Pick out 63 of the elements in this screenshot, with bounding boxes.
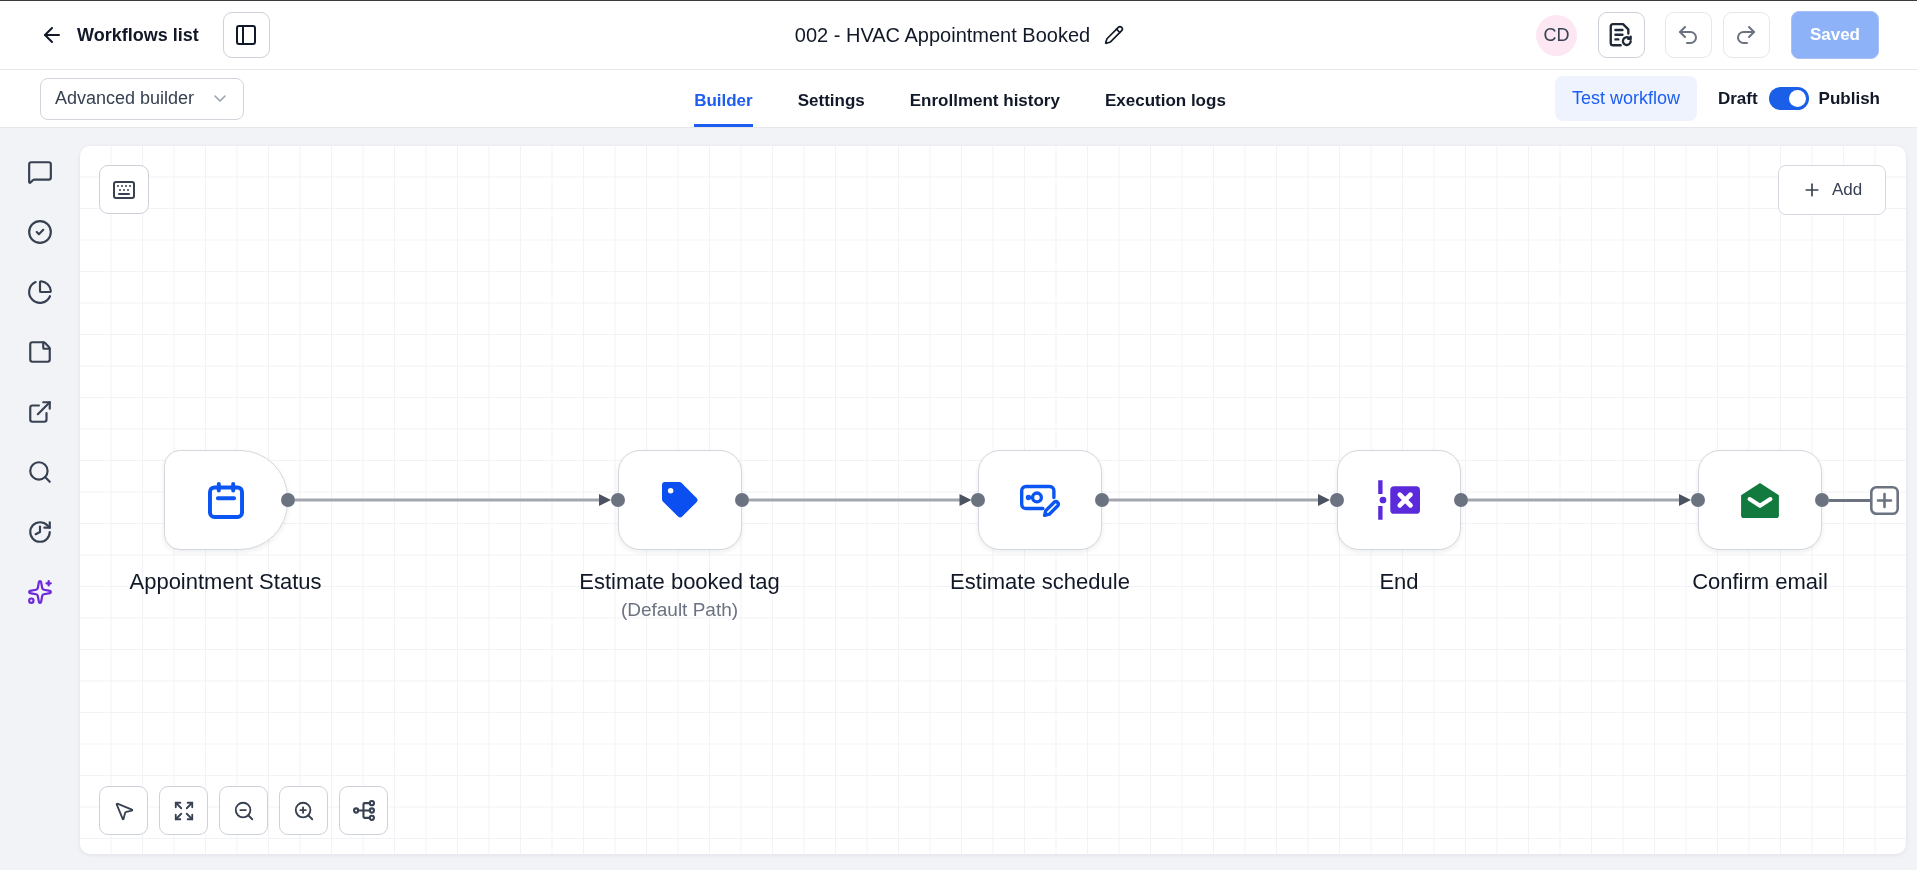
tag-icon <box>661 482 698 518</box>
workflow-node[interactable] <box>617 450 742 550</box>
zoom-out-button[interactable] <box>219 786 268 835</box>
workflow-node[interactable] <box>163 450 288 550</box>
redo-button[interactable] <box>1722 12 1770 58</box>
node-label: Estimate schedule <box>950 569 1130 595</box>
sparkles-icon[interactable] <box>27 579 53 605</box>
add-button[interactable]: Add <box>1778 165 1886 215</box>
document-button[interactable] <box>1597 12 1645 58</box>
user-avatar[interactable]: CD <box>1535 14 1577 56</box>
node-label: Appointment Status <box>129 569 322 595</box>
document-refresh-icon <box>1609 23 1634 47</box>
plus-square-icon[interactable] <box>1870 485 1899 515</box>
node-label: Estimate booked tag <box>579 569 780 595</box>
note-icon[interactable] <box>27 339 53 365</box>
port-dot-icon[interactable] <box>1454 493 1468 507</box>
port-dot-icon[interactable] <box>1330 493 1344 507</box>
builder-select[interactable]: Advanced builder <box>40 77 244 120</box>
publish-label: Publish <box>1818 88 1880 109</box>
port-dot-icon[interactable] <box>1095 493 1109 507</box>
banknote-pencil-icon <box>1020 483 1060 517</box>
port-dot-icon[interactable] <box>971 493 985 507</box>
zoom-in-icon <box>292 799 315 822</box>
port-dot-icon[interactable] <box>610 493 625 507</box>
branch-nodes-icon <box>352 800 375 821</box>
clock-arrow-icon[interactable] <box>27 519 53 545</box>
workflow-title: 002 - HVAC Appointment Booked <box>794 23 1091 47</box>
pie-chart-icon[interactable] <box>27 279 53 305</box>
pencil-icon[interactable] <box>1104 25 1125 45</box>
expand-icon <box>172 799 195 822</box>
zoom-out-icon <box>232 799 255 822</box>
tab[interactable]: Settings <box>797 70 865 127</box>
select-tool-button[interactable] <box>99 786 148 835</box>
zoom-in-button[interactable] <box>279 786 328 835</box>
workflow-node[interactable] <box>1698 450 1822 550</box>
envelope-icon <box>1741 482 1779 518</box>
sidebar-toggle-button[interactable] <box>222 12 270 58</box>
search-icon[interactable] <box>27 459 53 485</box>
calendar-icon <box>207 481 244 519</box>
check-circle-icon[interactable] <box>27 219 53 245</box>
end-flow-icon <box>1378 480 1420 520</box>
node-note: (Default Path) <box>620 599 739 621</box>
external-link-icon[interactable] <box>27 399 53 425</box>
chevron-down-icon <box>214 95 226 102</box>
workflow-node[interactable] <box>978 450 1102 550</box>
workflow-node[interactable] <box>1337 450 1461 550</box>
node-label: End <box>1379 569 1419 595</box>
publish-toggle[interactable] <box>1768 87 1809 110</box>
fit-view-button[interactable] <box>159 786 208 835</box>
panel-icon <box>234 23 259 47</box>
layout-button[interactable] <box>339 786 388 835</box>
back-link[interactable]: Workflows list <box>40 23 199 47</box>
chat-icon[interactable] <box>27 159 53 185</box>
keyboard-button[interactable] <box>99 165 149 214</box>
draft-label: Draft <box>1717 88 1758 109</box>
connector-line <box>1829 498 1870 502</box>
tab[interactable]: Enrollment history <box>909 70 1060 127</box>
test-workflow-button[interactable]: Test workflow <box>1554 76 1697 121</box>
port-dot-icon[interactable] <box>1691 493 1705 507</box>
tab[interactable]: Execution logs <box>1104 70 1226 127</box>
node-label: Confirm email <box>1692 569 1828 595</box>
port-dot-icon[interactable] <box>1815 493 1829 507</box>
undo-button[interactable] <box>1664 12 1712 58</box>
